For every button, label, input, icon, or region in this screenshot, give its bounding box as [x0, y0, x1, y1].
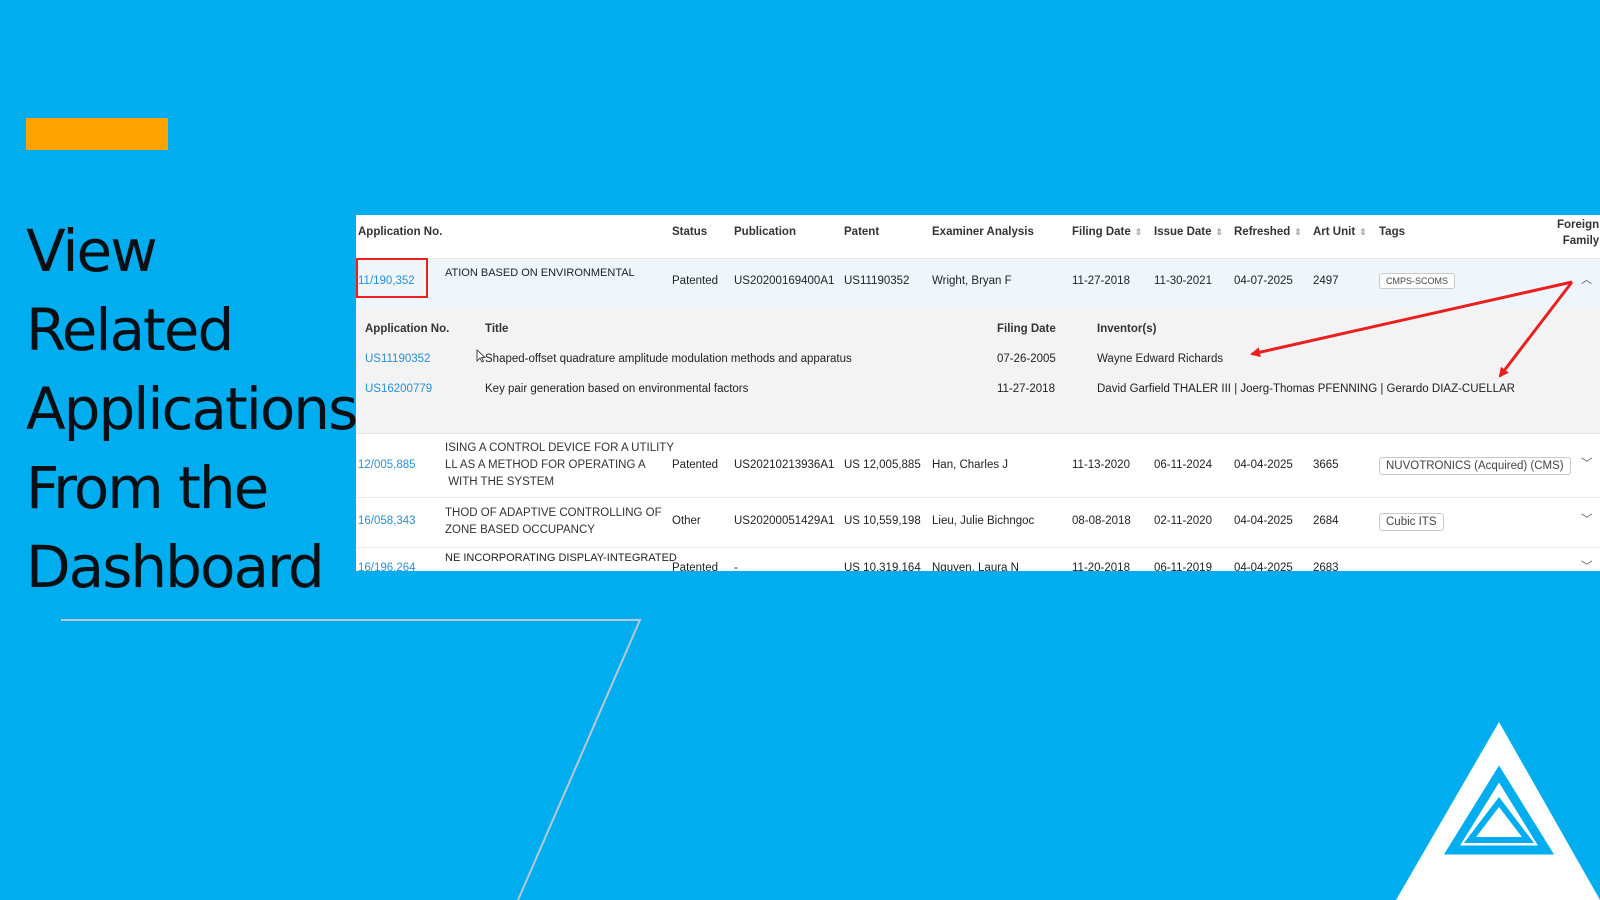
- col-header-examiner[interactable]: Examiner Analysis: [932, 226, 1034, 238]
- table-row[interactable]: 16/196,264 NE INCORPORATING DISPLAY-INTE…: [356, 548, 1600, 571]
- row-patent: US 12,005,885: [844, 459, 921, 471]
- app-no-link[interactable]: 11/190,352: [358, 275, 415, 287]
- related-header-inventors: Inventor(s): [1097, 323, 1157, 335]
- chevron-down-icon[interactable]: ﹀: [1581, 558, 1593, 571]
- row-title-line: LL AS A METHOD FOR OPERATING A: [445, 459, 646, 471]
- row-tag[interactable]: Cubic ITS: [1379, 513, 1444, 531]
- row-status: Other: [672, 515, 701, 527]
- row-title-line: ISING A CONTROL DEVICE FOR A UTILITY: [445, 442, 674, 454]
- col-header-tags[interactable]: Tags: [1379, 226, 1405, 238]
- col-header-foreign-family[interactable]: Foreign Family: [1557, 217, 1599, 249]
- row-patent: US 10,559,198: [844, 515, 921, 527]
- row-issue-date: 06-11-2024: [1154, 459, 1212, 471]
- row-title-line: WITH THE SYSTEM: [445, 476, 555, 488]
- row-art-unit: 2683: [1313, 562, 1339, 571]
- row-filing-date: 11-27-2018: [1072, 275, 1130, 287]
- row-publication: US20210213936A1: [734, 459, 835, 471]
- headline-line: Related: [26, 296, 234, 364]
- row-refreshed: 04-04-2025: [1234, 562, 1293, 571]
- row-issue-date: 06-11-2019: [1154, 562, 1212, 571]
- row-title: ISING A CONTROL DEVICE FOR A UTILITY LL …: [445, 440, 674, 491]
- row-title: THOD OF ADAPTIVE CONTROLLING OF ZONE BAS…: [445, 505, 662, 539]
- row-publication: -: [734, 562, 738, 571]
- row-art-unit: 3665: [1313, 459, 1339, 471]
- app-no-link[interactable]: 12/005,885: [358, 459, 416, 471]
- row-title: ATION BASED ON ENVIRONMENTAL: [445, 267, 635, 279]
- chevron-down-icon[interactable]: ﹀: [1581, 455, 1593, 471]
- related-app-no-link[interactable]: US16200779: [365, 383, 432, 395]
- table-row[interactable]: 16/058,343 THOD OF ADAPTIVE CONTROLLING …: [356, 498, 1600, 548]
- row-publication: US20200169400A1: [734, 275, 835, 287]
- row-issue-date: 02-11-2020: [1154, 515, 1212, 527]
- row-filing-date: 11-20-2018: [1072, 562, 1130, 571]
- row-title-line: ZONE BASED OCCUPANCY: [445, 524, 595, 536]
- related-inventors: David Garfield THALER III | Joerg-Thomas…: [1097, 383, 1515, 395]
- table-row[interactable]: 12/005,885 ISING A CONTROL DEVICE FOR A …: [356, 434, 1600, 498]
- row-examiner: Lieu, Julie Bichngoc: [932, 515, 1035, 527]
- headline-line: View: [26, 217, 158, 285]
- related-title: Shaped-offset quadrature amplitude modul…: [485, 353, 852, 365]
- row-filing-date: 08-08-2018: [1072, 515, 1131, 527]
- col-header-patent[interactable]: Patent: [844, 226, 879, 238]
- col-header-issue-date[interactable]: Issue Date: [1154, 226, 1223, 238]
- dashboard-table-screenshot: Application No. Status Publication Paten…: [356, 215, 1600, 571]
- logo-name-bold: IP: [1535, 856, 1563, 889]
- related-filing-date: 11-27-2018: [997, 383, 1055, 395]
- mouse-cursor-icon: [476, 349, 486, 363]
- row-tag[interactable]: CMPS-SCOMS: [1379, 273, 1456, 289]
- related-header-app-no: Application No.: [365, 323, 450, 335]
- chevron-up-icon[interactable]: ︿: [1581, 271, 1592, 287]
- row-examiner: Nguyen, Laura N: [932, 562, 1019, 571]
- headline-line: Dashboard: [26, 533, 325, 601]
- row-status: Patented: [672, 275, 719, 287]
- row-filing-date: 11-13-2020: [1072, 459, 1130, 471]
- row-refreshed: 04-04-2025: [1234, 459, 1293, 471]
- row-status: Patented: [672, 459, 719, 471]
- col-header-filing-date[interactable]: Filing Date: [1072, 226, 1142, 238]
- app-no-link[interactable]: 16/196,264: [358, 562, 416, 571]
- logo-name-regular: Triangle: [1424, 856, 1536, 889]
- row-title: NE INCORPORATING DISPLAY-INTEGRATED: [445, 552, 677, 564]
- headline-line: From the: [26, 454, 269, 522]
- row-examiner: Wright, Bryan F: [932, 275, 1012, 287]
- row-art-unit: 2497: [1313, 275, 1339, 287]
- col-header-publication[interactable]: Publication: [734, 226, 796, 238]
- row-art-unit: 2684: [1313, 515, 1339, 527]
- app-no-link[interactable]: 16/058,343: [358, 515, 416, 527]
- foreign-family-line: Foreign: [1557, 219, 1600, 231]
- col-header-refreshed[interactable]: Refreshed: [1234, 226, 1302, 238]
- slide-headline: View Related Applications From the Dashb…: [26, 212, 358, 607]
- accent-bar: [26, 118, 168, 150]
- related-applications-panel: Application No. Title Filing Date Invent…: [356, 309, 1600, 434]
- row-refreshed: 04-07-2025: [1234, 275, 1293, 287]
- related-header-title: Title: [485, 323, 509, 335]
- row-publication: US20200051429A1: [734, 515, 835, 527]
- headline-line: Applications: [26, 375, 358, 443]
- foreign-family-line: Family: [1562, 235, 1600, 247]
- related-title: Key pair generation based on environment…: [485, 383, 749, 395]
- table-header: Application No. Status Publication Paten…: [356, 215, 1600, 259]
- row-title-line: THOD OF ADAPTIVE CONTROLLING OF: [445, 507, 662, 519]
- col-header-art-unit[interactable]: Art Unit: [1313, 226, 1367, 238]
- row-examiner: Han, Charles J: [932, 459, 1009, 471]
- col-header-app-no[interactable]: Application No.: [358, 226, 442, 238]
- related-filing-date: 07-26-2005: [997, 353, 1056, 365]
- row-tag[interactable]: NUVOTRONICS (Acquired) (CMS): [1379, 457, 1571, 475]
- related-inventors: Wayne Edward Richards: [1097, 353, 1224, 365]
- related-header-filing-date: Filing Date: [997, 323, 1056, 335]
- table-row-expanded[interactable]: 11/190,352 ATION BASED ON ENVIRONMENTAL …: [356, 259, 1600, 309]
- row-issue-date: 11-30-2021: [1154, 275, 1212, 287]
- col-header-status[interactable]: Status: [672, 226, 707, 238]
- row-refreshed: 04-04-2025: [1234, 515, 1293, 527]
- row-patent: US 10,319,164: [844, 562, 921, 571]
- row-patent: US11190352: [844, 275, 910, 287]
- logo-text: Triangle IP: [1424, 856, 1563, 890]
- chevron-down-icon[interactable]: ﹀: [1581, 511, 1593, 527]
- row-status: Patented: [672, 562, 719, 571]
- related-app-no-link[interactable]: US11190352: [365, 353, 430, 365]
